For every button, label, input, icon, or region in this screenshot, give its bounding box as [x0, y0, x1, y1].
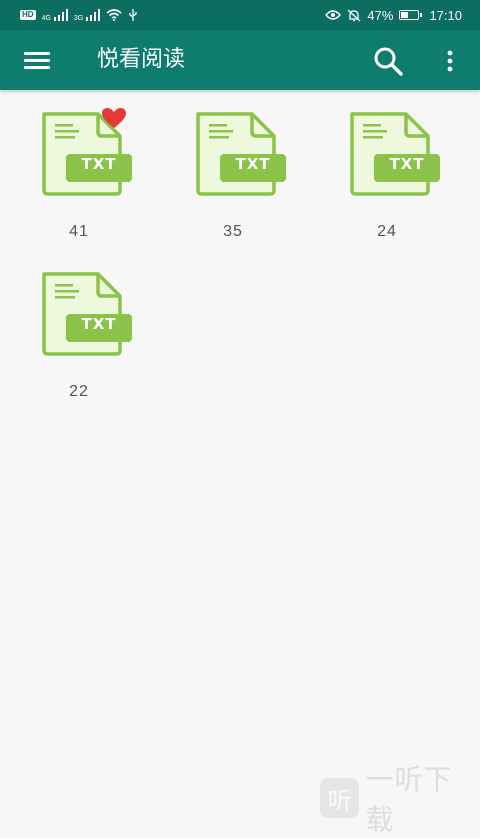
file-type-badge: TXT	[235, 155, 271, 173]
file-item[interactable]: TXT 41	[2, 90, 156, 240]
bell-off-icon	[347, 9, 361, 21]
file-name-label: 24	[377, 223, 397, 240]
more-vert-icon[interactable]	[440, 48, 460, 74]
search-icon[interactable]	[372, 46, 406, 76]
txt-file-icon	[42, 272, 132, 356]
file-type-badge: TXT	[81, 315, 117, 333]
app-bar: 悦看阅读	[0, 30, 480, 90]
file-name-label: 22	[69, 383, 89, 400]
battery-icon	[399, 10, 423, 20]
file-item[interactable]: TXT 35	[156, 90, 310, 240]
status-bar-right: 47% 17:10	[325, 8, 462, 23]
txt-file-icon	[196, 112, 286, 196]
status-bar-left: HD 4G 3G	[20, 8, 138, 23]
file-type-badge: TXT	[389, 155, 425, 173]
txt-file-icon	[350, 112, 440, 196]
watermark-logo: 听	[320, 778, 360, 818]
file-item[interactable]: TXT 24	[310, 90, 464, 240]
hd-icon: HD	[20, 10, 36, 20]
eye-icon	[325, 10, 342, 20]
favorite-heart-icon	[102, 108, 126, 128]
signal2-type: 3G	[73, 14, 84, 22]
file-type-badge: TXT	[81, 155, 117, 173]
battery-level	[401, 12, 409, 18]
page-title: 悦看阅读	[97, 47, 186, 72]
file-item[interactable]: TXT 22	[2, 250, 156, 400]
battery-percent: 47%	[367, 7, 394, 23]
signal1-type: 4G	[41, 14, 51, 22]
signal-icon	[53, 9, 68, 21]
wifi-icon	[106, 9, 122, 21]
status-bar: HD 4G 3G 47% 17:10	[0, 0, 480, 30]
file-name-label: 35	[223, 223, 243, 240]
watermark-text: 一听下载	[365, 763, 453, 836]
watermark: 听 一听下载	[320, 758, 480, 838]
file-name-label: 41	[69, 223, 89, 240]
hamburger-menu-icon[interactable]	[24, 50, 50, 70]
usb-icon	[129, 9, 137, 21]
signal-icon-2	[86, 9, 101, 21]
clock: 17:10	[429, 7, 462, 23]
